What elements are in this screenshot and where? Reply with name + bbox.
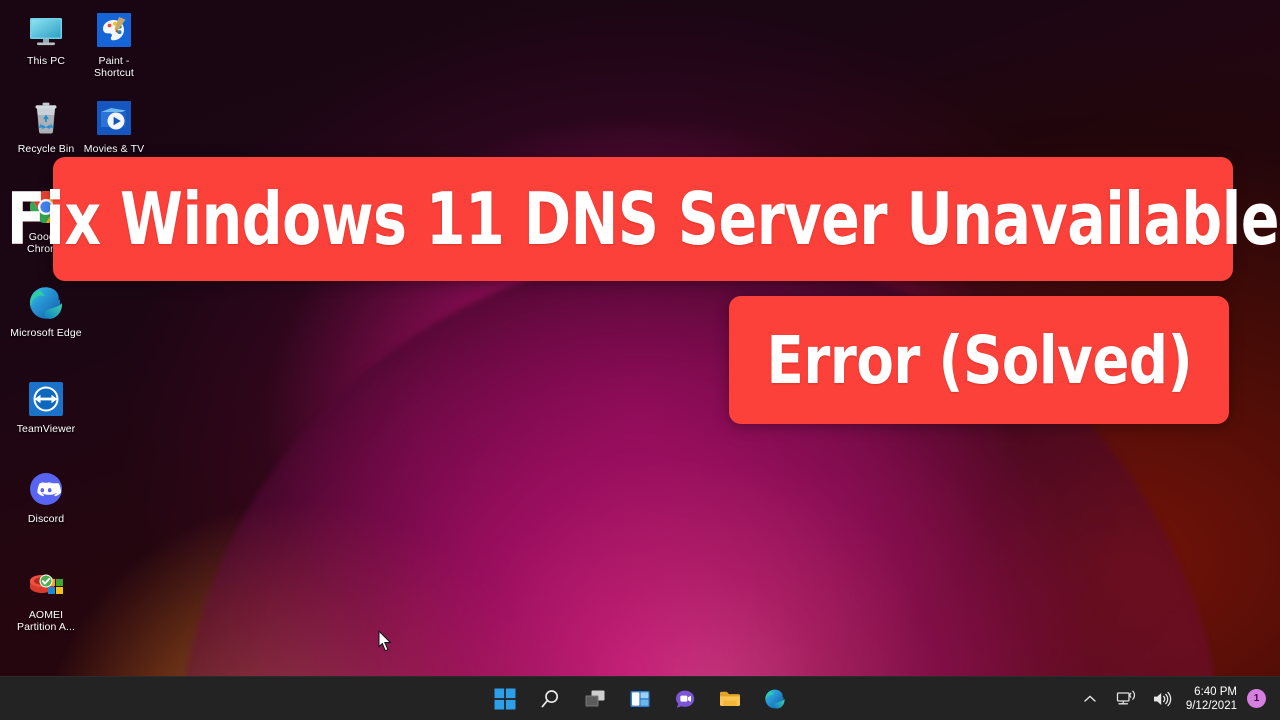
aomei-partition-icon <box>25 564 67 606</box>
clock-button[interactable]: 6:40 PM 9/12/2021 <box>1186 685 1237 713</box>
desktop-icon-label: Recycle Bin <box>17 143 75 155</box>
network-button[interactable] <box>1113 684 1139 714</box>
edge-taskbar-button[interactable] <box>762 686 788 712</box>
task-view-button[interactable] <box>582 686 608 712</box>
edge-icon <box>25 282 67 324</box>
title-banner-line1-text: Fix Windows 11 DNS Server Unavailable <box>6 177 1280 261</box>
desktop-icon-teamviewer[interactable]: TeamViewer <box>12 378 80 435</box>
windows-logo-icon <box>494 688 516 709</box>
desktop-icon-label: Discord <box>27 513 65 525</box>
chevron-up-icon <box>1084 695 1096 702</box>
desktop-icon-edge[interactable]: Microsoft Edge <box>10 282 82 339</box>
clock-date: 9/12/2021 <box>1185 699 1237 712</box>
desktop-icon-this-pc[interactable]: This PC <box>12 10 80 67</box>
discord-icon <box>25 468 67 510</box>
network-icon <box>1116 690 1135 704</box>
task-view-icon <box>585 690 605 706</box>
widgets-button[interactable] <box>627 686 653 712</box>
desktop-icon-label: AOMEI Partition A... <box>16 609 75 633</box>
desktop-icon-recycle-bin[interactable]: Recycle Bin <box>12 98 80 155</box>
widgets-icon <box>630 690 650 707</box>
chat-button[interactable] <box>672 686 698 712</box>
mouse-cursor <box>378 630 394 654</box>
paint-icon <box>93 10 135 52</box>
clock-time: 6:40 PM <box>1194 685 1237 698</box>
desktop-icon-aomei-partition[interactable]: AOMEI Partition A... <box>12 564 80 633</box>
desktop-icon-label: Paint - Shortcut <box>94 55 134 79</box>
show-hidden-icons-button[interactable] <box>1077 684 1103 714</box>
search-button[interactable] <box>537 686 563 712</box>
title-banner-line2-text: Error (Solved) <box>766 321 1192 399</box>
notification-badge[interactable]: 1 <box>1247 689 1266 708</box>
notification-count: 1 <box>1253 693 1260 704</box>
search-icon <box>541 689 559 707</box>
desktop-icon-label: TeamViewer <box>16 423 76 435</box>
title-banner-line2: Error (Solved) <box>729 296 1229 424</box>
desktop-icon-label: Movies & TV <box>83 143 145 155</box>
desktop-icon-discord[interactable]: Discord <box>12 468 80 525</box>
movies-tv-icon <box>93 98 135 140</box>
desktop-icon-label: Microsoft Edge <box>10 327 82 339</box>
start-button[interactable] <box>492 686 518 712</box>
recycle-bin-icon <box>25 98 67 140</box>
volume-button[interactable] <box>1149 684 1175 714</box>
teamviewer-icon <box>25 378 67 420</box>
desktop-screen: This PC Paint - Shortcut Recycle Bin Mov… <box>0 0 1280 720</box>
this-pc-icon <box>25 10 67 52</box>
edge-icon <box>765 689 785 709</box>
file-explorer-button[interactable] <box>717 686 743 712</box>
desktop-icon-movies-tv[interactable]: Movies & TV <box>80 98 148 155</box>
desktop-icon-paint[interactable]: Paint - Shortcut <box>80 10 148 79</box>
folder-icon <box>720 691 740 706</box>
desktop-icon-label: This PC <box>26 55 66 67</box>
volume-icon <box>1153 691 1172 706</box>
title-banner-line1: Fix Windows 11 DNS Server Unavailable <box>7 157 1280 281</box>
taskbar: 6:40 PM 9/12/2021 1 <box>0 676 1280 720</box>
system-tray: 6:40 PM 9/12/2021 1 <box>1072 677 1272 720</box>
chat-icon <box>676 690 695 708</box>
